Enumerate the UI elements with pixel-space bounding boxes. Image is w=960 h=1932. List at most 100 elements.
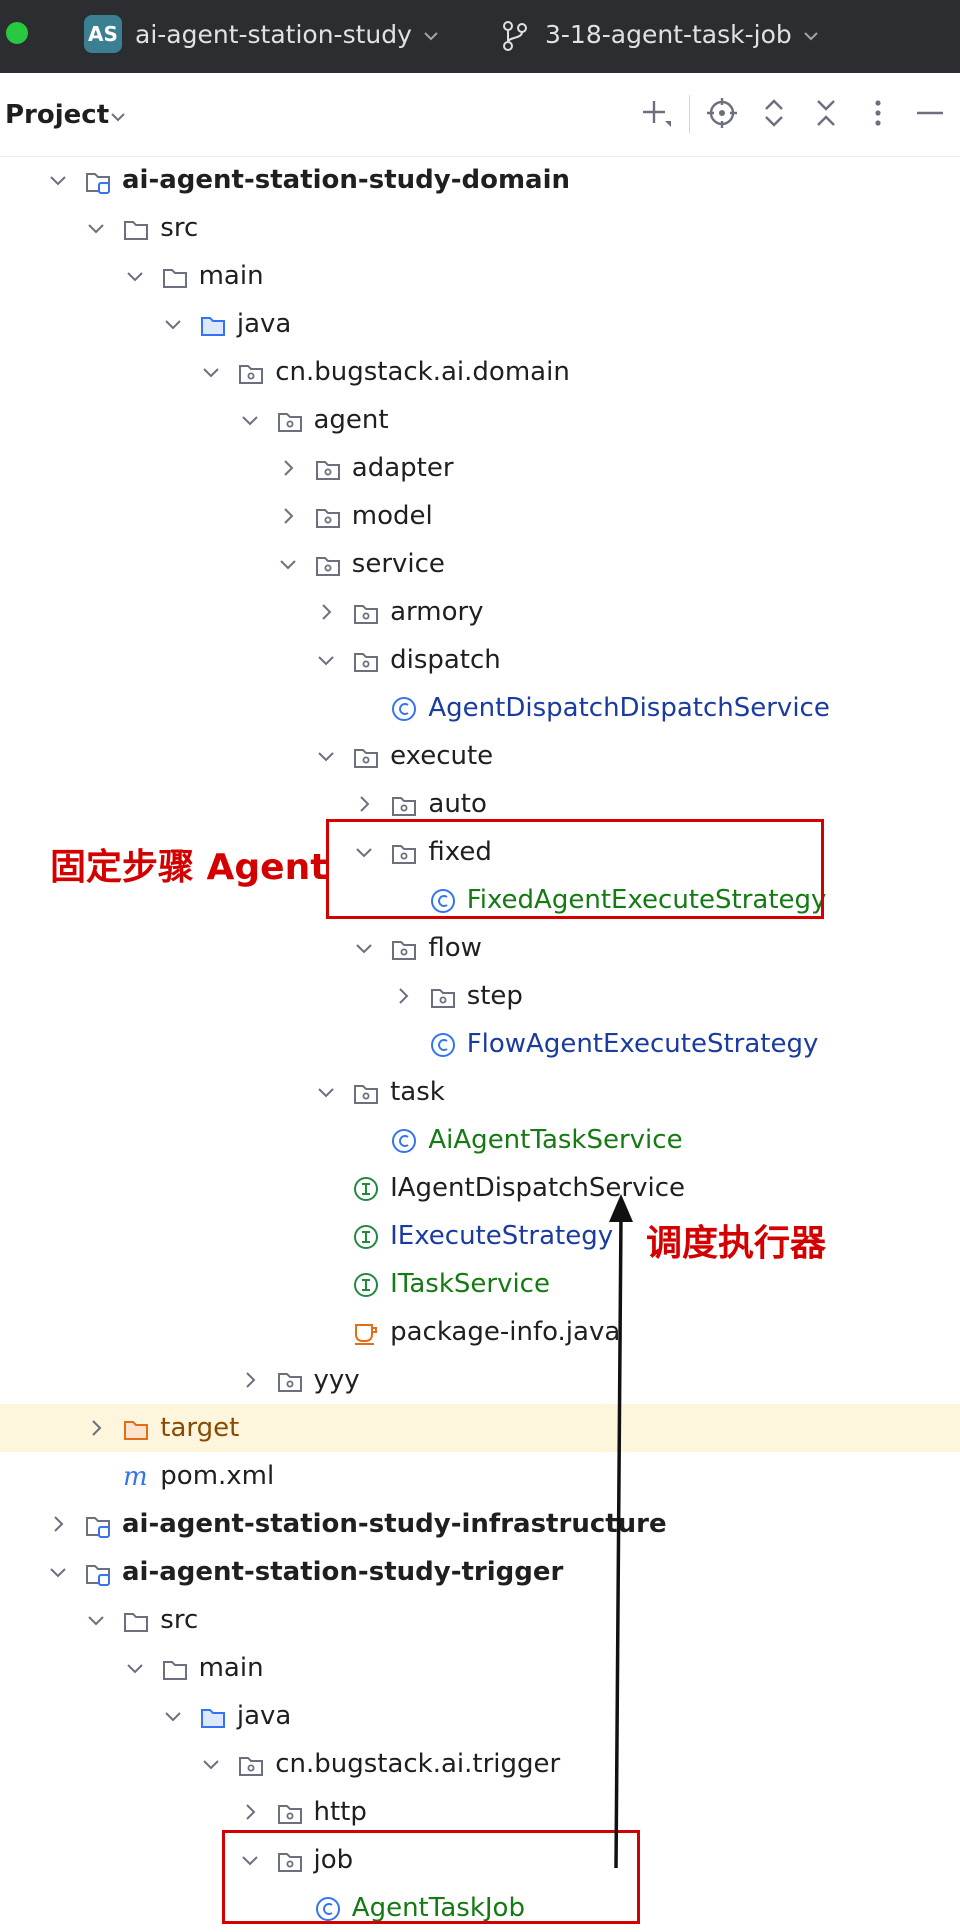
tree-row-agentdispatchdispatchservice[interactable]: AgentDispatchDispatchService (0, 684, 960, 732)
tree-item-label: ai-agent-station-study-infrastructure (122, 1509, 667, 1539)
tree-row-package-info-java[interactable]: package-info.java (0, 1308, 960, 1356)
window-close-button[interactable] (6, 22, 28, 44)
chevron-down-icon[interactable] (314, 648, 338, 672)
tree-row-task[interactable]: task (0, 1068, 960, 1116)
chevron-down-icon[interactable] (238, 408, 262, 432)
tree-row-service[interactable]: service (0, 540, 960, 588)
tree-row-dispatch[interactable]: dispatch (0, 636, 960, 684)
package-icon (239, 365, 264, 384)
tree-row-ai-agent-station-study-infrastructure[interactable]: ai-agent-station-study-infrastructure (0, 1500, 960, 1548)
tree-row-execute[interactable]: execute (0, 732, 960, 780)
tree-row-agent[interactable]: agent (0, 396, 960, 444)
project-name[interactable]: ai-agent-station-study (135, 20, 412, 50)
chevron-right-icon[interactable] (238, 1368, 262, 1392)
tree-item-label: ai-agent-station-study-domain (122, 165, 571, 195)
chevron-down-icon[interactable] (84, 1608, 108, 1632)
chevron-right-icon[interactable] (276, 504, 300, 528)
tree-row-cn-bugstack-ai-trigger[interactable]: cn.bugstack.ai.trigger (0, 1740, 960, 1788)
tree-item-label: IExecuteStrategy (390, 1221, 614, 1251)
chevron-right-icon[interactable] (314, 600, 338, 624)
tree-row-step[interactable]: step (0, 972, 960, 1020)
class-icon (392, 697, 417, 721)
branch-chevron-down-icon[interactable] (802, 27, 820, 45)
folder-icon (162, 1661, 187, 1680)
tree-item-label: package-info.java (390, 1317, 621, 1347)
source-folder-icon (200, 1709, 225, 1728)
package-icon (277, 1373, 302, 1392)
chevron-right-icon[interactable] (352, 792, 376, 816)
chevron-down-icon[interactable] (199, 1752, 223, 1776)
tree-row-aiagenttaskservice[interactable]: AiAgentTaskService (0, 1116, 960, 1164)
tree-row-yyy[interactable]: yyy (0, 1356, 960, 1404)
tree-row-src[interactable]: src (0, 1596, 960, 1644)
chevron-right-icon[interactable] (238, 1800, 262, 1824)
tree-row-pom-xml[interactable]: m pom.xml (0, 1452, 960, 1500)
tree-item-label: service (351, 549, 445, 579)
interface-icon (354, 1177, 379, 1201)
project-view-title[interactable]: Project (5, 99, 109, 131)
chevron-down-icon[interactable] (123, 1656, 147, 1680)
project-view-chevron-down-icon[interactable] (108, 107, 128, 127)
project-chevron-down-icon[interactable] (422, 27, 440, 45)
tree-item-label: http (313, 1797, 367, 1827)
tree-row-armory[interactable]: armory (0, 588, 960, 636)
tree-item-label: pom.xml (160, 1461, 275, 1491)
folder-icon (162, 269, 187, 288)
tree-row-ai-agent-station-study-domain[interactable]: ai-agent-station-study-domain (0, 156, 960, 204)
chevron-down-icon[interactable] (199, 360, 223, 384)
chevron-right-icon[interactable] (276, 456, 300, 480)
tree-row-ai-agent-station-study-trigger[interactable]: ai-agent-station-study-trigger (0, 1548, 960, 1596)
chevron-down-icon[interactable] (161, 312, 185, 336)
chevron-down-icon[interactable] (46, 168, 70, 192)
chevron-down-icon[interactable] (314, 744, 338, 768)
chevron-down-icon[interactable] (84, 216, 108, 240)
tree-row-java[interactable]: java (0, 1692, 960, 1740)
chevron-down-icon[interactable] (352, 936, 376, 960)
tree-row-model[interactable]: model (0, 492, 960, 540)
source-folder-icon (200, 317, 225, 336)
chevron-down-icon[interactable] (276, 552, 300, 576)
tree-row-adapter[interactable]: adapter (0, 444, 960, 492)
tree-item-label: FlowAgentExecuteStrategy (466, 1029, 819, 1059)
tree-row-main[interactable]: main (0, 252, 960, 300)
expand-all-icon[interactable] (756, 95, 792, 131)
chevron-down-icon[interactable] (314, 1080, 338, 1104)
chevron-right-icon[interactable] (46, 1512, 70, 1536)
package-icon (315, 461, 340, 480)
excluded-folder-icon (124, 1421, 149, 1440)
tree-item-label: src (160, 213, 199, 243)
class-icon (430, 1033, 455, 1057)
tree-row-itaskservice[interactable]: ITaskService (0, 1260, 960, 1308)
tree-row-iagentdispatchservice[interactable]: IAgentDispatchService (0, 1164, 960, 1212)
locate-icon[interactable] (704, 95, 740, 131)
collapse-all-icon[interactable] (808, 95, 844, 131)
tree-row-flowagentexecutestrategy[interactable]: FlowAgentExecuteStrategy (0, 1020, 960, 1068)
chevron-down-icon[interactable] (161, 1704, 185, 1728)
tree-item-label: java (236, 309, 292, 339)
chevron-right-icon[interactable] (84, 1416, 108, 1440)
tree-row-http[interactable]: http (0, 1788, 960, 1836)
tree-item-label: cn.bugstack.ai.trigger (275, 1749, 561, 1779)
tree-item-label: java (236, 1701, 292, 1731)
branch-icon[interactable] (500, 19, 530, 53)
more-icon[interactable] (860, 95, 896, 131)
tree-item-label: yyy (313, 1365, 360, 1395)
tree-row-target[interactable]: target (0, 1404, 960, 1452)
tree-row-cn-bugstack-ai-domain[interactable]: cn.bugstack.ai.domain (0, 348, 960, 396)
tree-item-label: agent (313, 405, 389, 435)
chevron-down-icon[interactable] (123, 264, 147, 288)
add-icon[interactable] (638, 95, 674, 131)
tree-item-label: adapter (351, 453, 454, 483)
class-icon (392, 1129, 417, 1153)
tree-row-java[interactable]: java (0, 300, 960, 348)
module-icon (86, 173, 110, 194)
tree-row-main[interactable]: main (0, 1644, 960, 1692)
tree-row-flow[interactable]: flow (0, 924, 960, 972)
tree-row-src[interactable]: src (0, 204, 960, 252)
minimize-icon[interactable] (912, 95, 948, 131)
project-badge-icon[interactable]: AS (84, 15, 122, 53)
branch-name[interactable]: 3-18-agent-task-job (545, 20, 792, 50)
chevron-right-icon[interactable] (391, 984, 415, 1008)
chevron-down-icon[interactable] (46, 1560, 70, 1584)
maven-icon: m (123, 1463, 148, 1491)
